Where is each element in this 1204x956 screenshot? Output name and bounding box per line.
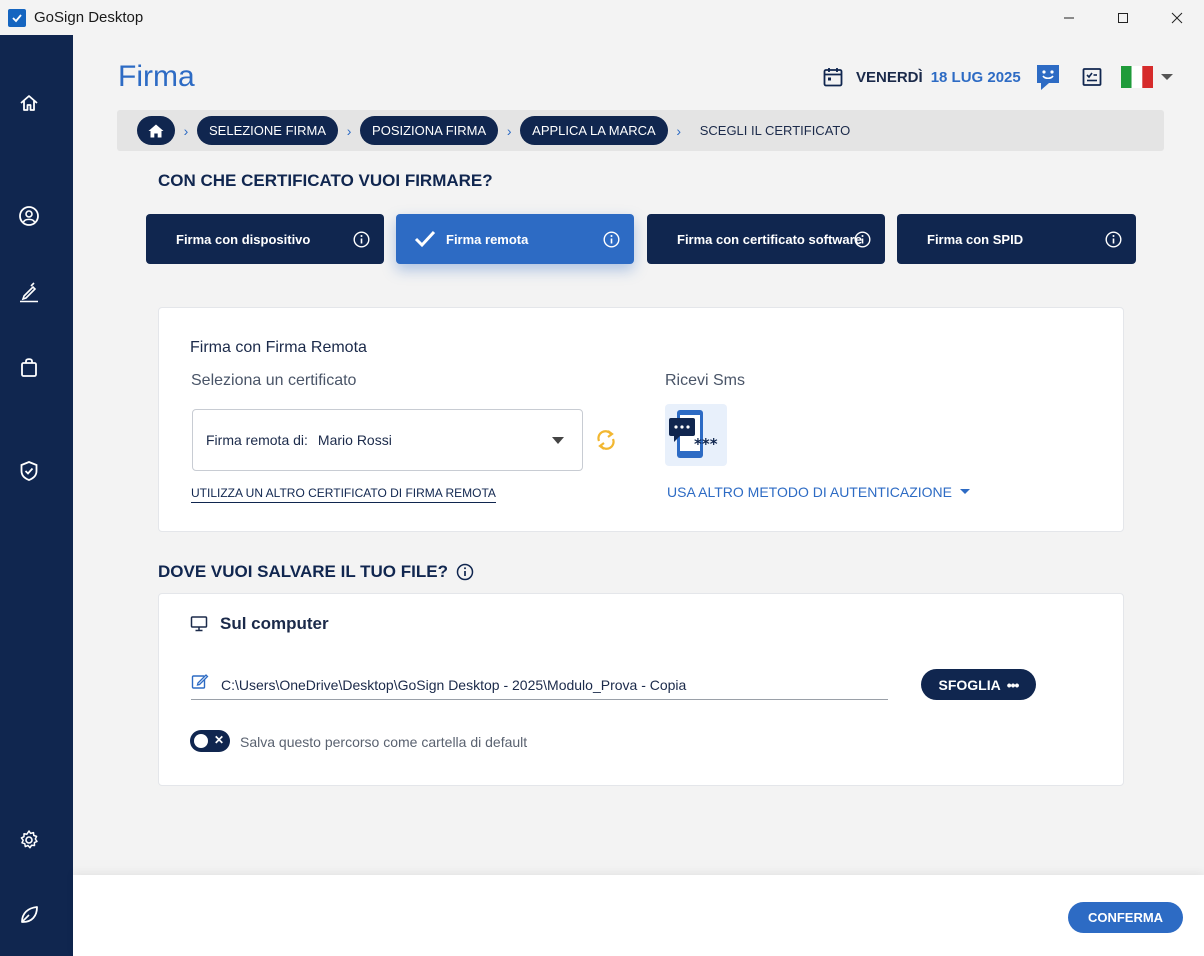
italy-flag-icon (1121, 66, 1153, 88)
save-location-card: Sul computer C:\Users\OneDrive\Desktop\G… (158, 593, 1124, 786)
chevron-right-icon: › (676, 122, 682, 139)
info-icon[interactable] (603, 231, 620, 251)
caret-down-icon (959, 489, 970, 494)
language-selector[interactable] (1121, 62, 1174, 92)
sms-phone-icon: *** (669, 410, 718, 458)
chevron-right-icon: › (183, 122, 189, 139)
browse-button[interactable]: SFOGLIA ••• (921, 669, 1036, 700)
toggle-knob (194, 734, 208, 748)
method-label: Firma con SPID (927, 231, 1024, 247)
alt-auth-label: USA ALTRO METODO DI AUTENTICAZIONE (667, 484, 952, 500)
monitor-icon (190, 616, 208, 632)
sms-option[interactable]: *** (665, 404, 727, 466)
browse-label: SFOGLIA (938, 676, 1001, 693)
date-value: 18 LUG 2025 (930, 68, 1021, 86)
info-icon[interactable] (1105, 231, 1122, 251)
breadcrumb: › SELEZIONE FIRMA › POSIZIONA FIRMA › AP… (117, 110, 1164, 151)
save-location-heading: Sul computer (190, 614, 329, 634)
assistant-button[interactable] (1036, 62, 1060, 92)
close-button[interactable] (1150, 0, 1204, 35)
checklist-icon (1082, 68, 1102, 86)
svg-text:***: *** (694, 435, 718, 453)
info-icon[interactable] (854, 231, 871, 251)
breadcrumb-step-posiziona[interactable]: POSIZIONA FIRMA (360, 116, 499, 145)
more-dots-icon: ••• (1006, 676, 1020, 693)
shopping-bag-icon (21, 358, 37, 377)
method-label: Firma con certificato software (677, 231, 862, 247)
page-title: Firma (118, 60, 195, 93)
method-label: Firma con dispositivo (176, 231, 311, 247)
leaf-icon (21, 906, 38, 923)
default-folder-toggle[interactable]: ✕ (190, 730, 230, 752)
card-heading: Firma con Firma Remota (190, 339, 367, 356)
chevron-right-icon: › (346, 122, 352, 139)
sidebar-item-shopping[interactable] (18, 356, 40, 378)
chevron-right-icon: › (506, 122, 512, 139)
breadcrumb-home[interactable] (137, 116, 175, 145)
close-icon (1171, 12, 1183, 23)
path-field[interactable]: C:\Users\OneDrive\Desktop\GoSign Desktop… (191, 670, 888, 700)
method-remote-button[interactable]: Firma remota (396, 214, 634, 264)
select-prefix: Firma remota di: (206, 432, 308, 448)
title-bar: GoSign Desktop (0, 0, 1204, 35)
confirm-button[interactable]: CONFERMA (1068, 902, 1183, 933)
method-spid-button[interactable]: Firma con SPID (897, 214, 1136, 264)
sidebar-item-eco[interactable] (18, 904, 40, 926)
user-circle-icon (19, 206, 39, 226)
close-icon: ✕ (213, 733, 224, 747)
minimize-icon (1064, 17, 1074, 18)
certificate-select[interactable]: Firma remota di: Mario Rossi (192, 409, 583, 471)
alt-certificate-link[interactable]: UTILIZZA UN ALTRO CERTIFICATO DI FIRMA R… (191, 486, 496, 503)
app-logo-icon (8, 8, 26, 27)
dropdown-caret-icon (1161, 74, 1173, 80)
sidebar-item-sign[interactable] (18, 281, 40, 303)
select-value: Mario Rossi (317, 432, 392, 448)
sidebar-item-settings[interactable] (18, 829, 40, 851)
sidebar (0, 35, 73, 956)
breadcrumb-current: SCEGLI IL CERTIFICATO (699, 123, 851, 138)
info-icon[interactable] (456, 563, 474, 581)
minimize-button[interactable] (1042, 0, 1096, 35)
assistant-chat-icon (1037, 65, 1059, 90)
default-folder-label: Salva questo percorso come cartella di d… (240, 734, 528, 750)
refresh-button[interactable] (594, 428, 618, 457)
gear-icon (20, 830, 38, 849)
info-icon[interactable] (353, 231, 370, 251)
method-label: Firma remota (446, 231, 529, 247)
alt-auth-method-link[interactable]: USA ALTRO METODO DI AUTENTICAZIONE (667, 484, 971, 500)
sync-icon (597, 430, 615, 450)
certificate-section-title: CON CHE CERTIFICATO VUOI FIRMARE? (158, 171, 493, 190)
pen-sign-icon (20, 282, 38, 303)
home-icon (20, 95, 38, 111)
save-section-label: DOVE VUOI SALVARE IL TUO FILE? (158, 562, 448, 581)
window-title: GoSign Desktop (34, 9, 144, 26)
edit-icon (191, 673, 209, 689)
calendar-icon (822, 66, 844, 88)
method-software-button[interactable]: Firma con certificato software (647, 214, 885, 264)
checklist-button[interactable] (1082, 62, 1102, 92)
sidebar-item-home[interactable] (18, 92, 40, 114)
chevron-down-icon (552, 437, 564, 444)
remote-signature-card: Firma con Firma Remota Seleziona un cert… (158, 307, 1124, 532)
footer-bar: CONFERMA (73, 875, 1204, 956)
location-heading-label: Sul computer (220, 614, 329, 633)
sidebar-item-security[interactable] (18, 460, 40, 482)
path-value: C:\Users\OneDrive\Desktop\GoSign Desktop… (221, 676, 687, 693)
home-icon (148, 124, 164, 137)
save-section-title: DOVE VUOI SALVARE IL TUO FILE? (158, 562, 474, 582)
shield-check-icon (20, 461, 38, 481)
maximize-icon (1118, 12, 1128, 23)
breadcrumb-step-applica[interactable]: APPLICA LA MARCA (520, 116, 668, 145)
checkmark-icon (414, 230, 436, 248)
date-day: VENERDÌ (856, 68, 923, 86)
sms-label: Ricevi Sms (665, 372, 746, 389)
sidebar-item-profile[interactable] (18, 205, 40, 227)
select-certificate-label: Seleziona un certificato (191, 372, 357, 389)
breadcrumb-step-selezione[interactable]: SELEZIONE FIRMA (197, 116, 339, 145)
maximize-button[interactable] (1096, 0, 1150, 35)
method-device-button[interactable]: Firma con dispositivo (146, 214, 384, 264)
